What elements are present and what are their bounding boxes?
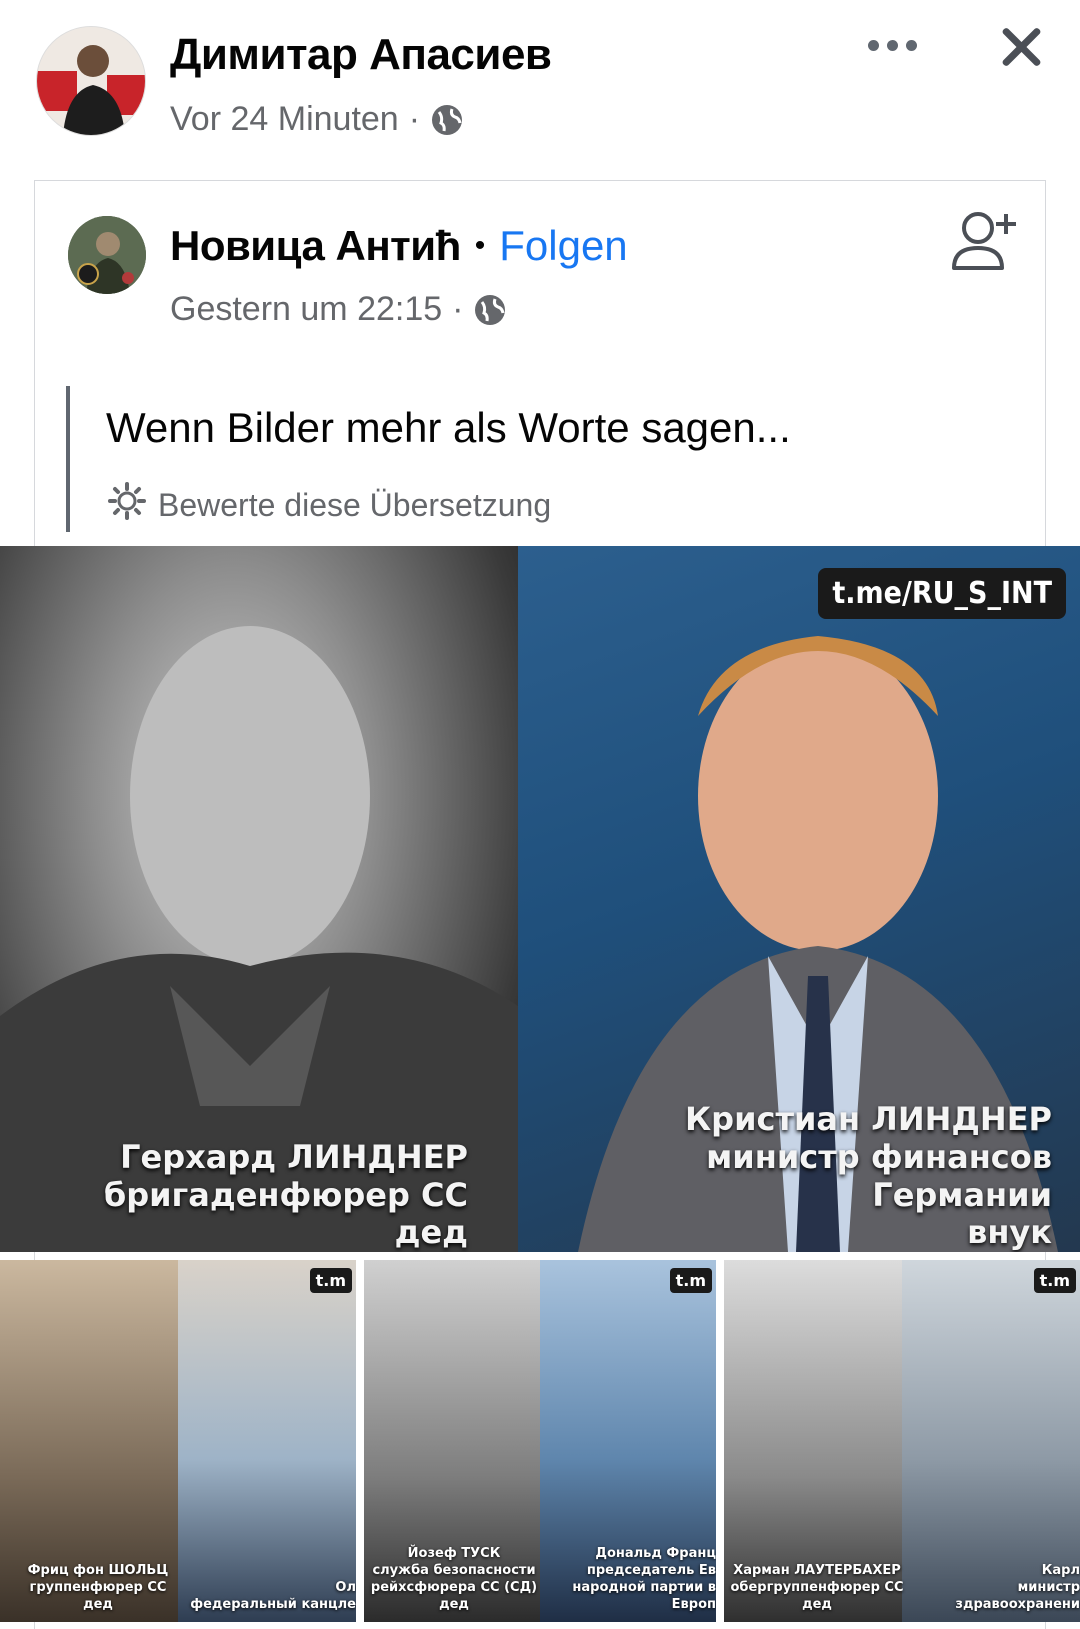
caption-line: рейхсфюрера СС (СД) — [370, 1580, 538, 1596]
post-time[interactable]: Vor 24 Minuten — [170, 100, 399, 139]
shared-author-avatar[interactable] — [68, 216, 146, 294]
quote-bar — [66, 386, 70, 532]
caption-relation: внук — [967, 1213, 1052, 1252]
caption-line: Карл — [1041, 1563, 1080, 1579]
close-icon[interactable] — [996, 22, 1046, 72]
caption-line: Дональд Франц — [595, 1546, 716, 1562]
post-meta: Vor 24 Minuten · — [170, 100, 464, 139]
caption-relation: дед — [394, 1213, 468, 1252]
thumb-tag: t.m — [309, 1268, 352, 1293]
shared-time[interactable]: Gestern um 22:15 — [170, 290, 442, 329]
globe-icon[interactable] — [473, 293, 507, 327]
photo-left-panel: Герхард ЛИНДНЕР бригаденфюрер СС дед — [0, 546, 518, 1252]
thumbnail-1[interactable]: t.m Фриц фон ШОЛЬЦ группенфюрер СС дед О… — [0, 1260, 356, 1622]
caption-line: дед — [439, 1597, 469, 1613]
add-friend-icon[interactable] — [948, 208, 1020, 278]
more-options-button[interactable] — [866, 28, 922, 64]
thumbnail-3[interactable]: t.m Харман ЛАУТЕРБАХЕР обергруппенфюрер … — [724, 1260, 1080, 1622]
thumb-left-caption: Йозеф ТУСК служба безопасности рейхсфюре… — [370, 1546, 538, 1614]
thumb-tag: t.m — [1033, 1268, 1076, 1293]
thumb-left-caption: Харман ЛАУТЕРБАХЕР обергруппенфюрер СС д… — [730, 1563, 904, 1614]
author-avatar[interactable] — [36, 26, 146, 136]
thumbnail-2[interactable]: t.m Йозеф ТУСК служба безопасности рейхс… — [364, 1260, 716, 1622]
watermark-tag: t.me/RU_S_INT — [818, 568, 1066, 619]
right-photo-caption: Кристиан ЛИНДНЕР министр финансов Герман… — [518, 1100, 1052, 1252]
shared-meta: Gestern um 22:15 · — [170, 290, 507, 329]
shared-header: Новица Антић • Folgen — [170, 222, 628, 270]
rate-translation-label: Bewerte diese Übersetzung — [158, 486, 552, 523]
caption-line: министр здравоохранени — [955, 1580, 1080, 1613]
main-photo[interactable]: Герхард ЛИНДНЕР бригаденфюрер СС дед t.m… — [0, 546, 1080, 1252]
caption-line: дед — [802, 1597, 832, 1613]
thumb-right-caption: Карл министр здравоохранени — [904, 1563, 1080, 1614]
caption-line: дед — [83, 1597, 113, 1613]
thumb-right-caption: Дональд Франц председатель Ев народной п… — [540, 1546, 716, 1614]
caption-line: обергруппенфюрер СС — [730, 1580, 904, 1596]
caption-line: Ол — [335, 1580, 356, 1596]
name-separator: • — [474, 229, 486, 262]
caption-line: Фриц фон ШОЛЬЦ — [27, 1563, 169, 1579]
post-text: Wenn Bilder mehr als Worte sagen... — [106, 404, 791, 451]
caption-line: Йозеф ТУСК — [407, 1546, 501, 1562]
meta-separator: · — [408, 100, 421, 138]
thumb-right-caption: Ол федеральный канцле — [180, 1580, 356, 1614]
caption-rank: бригаденфюрер СС — [103, 1175, 468, 1214]
caption-line: группенфюрер СС — [29, 1580, 167, 1596]
follow-button[interactable]: Folgen — [499, 222, 627, 270]
gear-icon — [104, 480, 150, 530]
caption-position: министр финансов Германии — [706, 1137, 1052, 1214]
thumb-left-caption: Фриц фон ШОЛЬЦ группенфюрер СС дед — [18, 1563, 178, 1614]
thumb-new-photo — [178, 1260, 356, 1622]
rate-translation-link[interactable]: Bewerte diese Übersetzung — [104, 480, 551, 530]
globe-icon[interactable] — [430, 103, 464, 137]
meta-separator: · — [452, 290, 464, 328]
left-photo-caption: Герхард ЛИНДНЕР бригаденфюрер СС дед — [103, 1137, 468, 1252]
thumb-tag: t.m — [669, 1268, 712, 1293]
caption-line: служба безопасности — [372, 1563, 536, 1579]
shared-author-name[interactable]: Новица Антић — [170, 222, 461, 270]
caption-line: народной партии в Европ — [572, 1580, 716, 1613]
caption-line: федеральный канцле — [190, 1597, 356, 1613]
caption-name: Кристиан ЛИНДНЕР — [685, 1100, 1052, 1138]
author-name[interactable]: Димитар Апасиев — [170, 30, 552, 80]
caption-line: Харман ЛАУТЕРБАХЕР — [733, 1563, 901, 1579]
photo-right-panel: t.me/RU_S_INT Кристиан ЛИНДНЕР министр ф… — [518, 546, 1080, 1252]
caption-line: председатель Ев — [586, 1563, 716, 1579]
caption-name: Герхард ЛИНДНЕР — [120, 1137, 468, 1176]
